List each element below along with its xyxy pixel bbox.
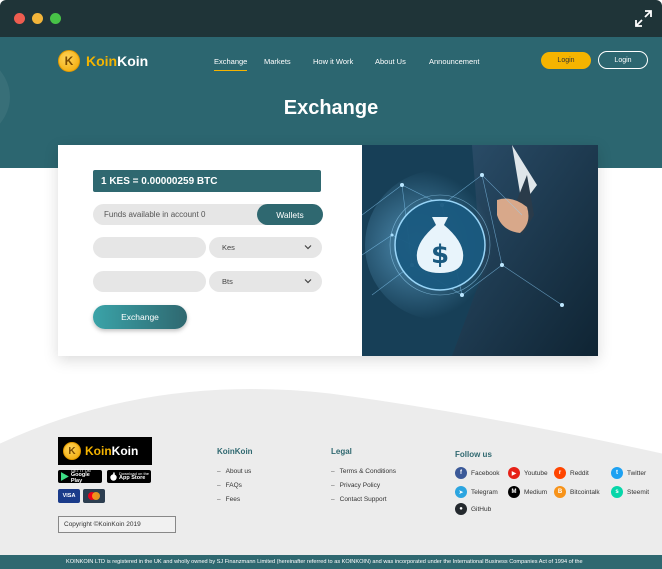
coin-logo-icon: K <box>58 50 80 72</box>
from-amount-input[interactable] <box>93 237 206 258</box>
legal-notice-text: KOINKOIN LTD is registered in the UK and… <box>66 559 583 565</box>
app-store-text: App Store <box>119 474 146 481</box>
telegram-icon: ➤ <box>455 486 467 498</box>
social-twitter[interactable]: t Twitter <box>611 467 646 479</box>
footer-link-contact[interactable]: Contact Support <box>331 492 396 506</box>
social-steemit[interactable]: s Steemit <box>611 486 649 498</box>
nav-exchange[interactable]: Exchange <box>214 57 248 71</box>
social-label: Facebook <box>471 469 500 477</box>
mastercard-icon <box>83 489 105 503</box>
footer-link-faqs[interactable]: FAQs <box>217 478 251 492</box>
footer-legal-links: Terms & Conditions Privacy Policy Contac… <box>331 464 396 506</box>
google-play-text: Google Play <box>70 472 90 484</box>
funds-available-bar: Funds available in account 0 Wallets <box>93 204 323 225</box>
nav-markets[interactable]: Markets <box>264 57 291 66</box>
google-play-icon <box>61 472 69 481</box>
to-amount-input[interactable] <box>93 271 206 292</box>
hero-illustration: $ <box>362 145 598 356</box>
facebook-icon: f <box>455 467 467 479</box>
exchange-rate-banner: 1 KES = 0.00000259 BTC <box>93 170 321 192</box>
social-label: Reddit <box>570 469 589 477</box>
social-youtube[interactable]: ▶ Youtube <box>508 467 548 479</box>
reddit-icon: r <box>554 467 566 479</box>
social-label: Twitter <box>627 469 647 477</box>
footer-link-fees[interactable]: Fees <box>217 492 251 506</box>
footer-brand-logo[interactable]: K KoinKoin <box>58 437 152 465</box>
fullscreen-icon[interactable] <box>635 10 652 27</box>
social-telegram[interactable]: ➤ Telegram <box>455 486 498 498</box>
social-reddit[interactable]: r Reddit <box>554 467 589 479</box>
steemit-icon: s <box>611 486 623 498</box>
footer-koinkoin-title: KoinKoin <box>217 447 253 456</box>
social-label: Youtube <box>524 469 548 477</box>
from-currency-value: Kes <box>222 243 235 252</box>
social-label: Medium <box>524 488 548 496</box>
minimize-window-button[interactable] <box>32 13 43 24</box>
social-medium[interactable]: M Medium <box>508 486 547 498</box>
brand-name: KoinKoin <box>86 53 149 69</box>
footer-legal-title: Legal <box>331 447 352 456</box>
svg-text:$: $ <box>431 240 449 270</box>
window-titlebar <box>0 0 662 37</box>
exchange-submit-button[interactable]: Exchange <box>93 305 187 329</box>
google-play-badge[interactable]: GET IT ON Google Play <box>58 469 102 484</box>
page-title: Exchange <box>283 97 379 119</box>
close-window-button[interactable] <box>14 13 25 24</box>
social-facebook[interactable]: f Facebook <box>455 467 500 479</box>
footer-koinkoin-links: About us FAQs Fees <box>217 464 252 506</box>
nav-how-it-work[interactable]: How it Work <box>313 57 353 66</box>
brand-logo[interactable]: K KoinKoin <box>58 49 148 73</box>
social-label: Telegram <box>471 488 498 496</box>
maximize-window-button[interactable] <box>50 13 61 24</box>
social-github[interactable]: ● GitHub <box>455 503 491 515</box>
footer-link-about-us[interactable]: About us <box>217 464 252 478</box>
chevron-down-icon <box>304 245 312 250</box>
social-label: Steemit <box>627 488 650 496</box>
to-currency-select[interactable]: Bts <box>209 271 322 292</box>
github-icon: ● <box>455 503 467 515</box>
footer-link-terms[interactable]: Terms & Conditions <box>331 464 396 478</box>
to-currency-value: Bts <box>222 277 233 286</box>
footer-brand-name: KoinKoin <box>85 444 139 458</box>
nav-about-us[interactable]: About Us <box>375 57 406 66</box>
wallets-button[interactable]: Wallets <box>257 204 323 225</box>
youtube-icon: ▶ <box>508 467 520 479</box>
medium-icon: M <box>508 486 520 498</box>
from-currency-select[interactable]: Kes <box>209 237 322 258</box>
nav-announcement[interactable]: Announcement <box>429 57 479 66</box>
login-button-outline[interactable]: Login <box>598 51 648 69</box>
social-label: GitHub <box>471 505 492 513</box>
twitter-icon: t <box>611 467 623 479</box>
funds-available-text: Funds available in account 0 <box>104 210 206 219</box>
login-button-primary[interactable]: Login <box>541 52 591 69</box>
copyright-notice: Copyright ©KoinKoin 2019 <box>58 516 176 533</box>
social-label: Bitcointalk <box>570 488 600 496</box>
apple-icon <box>110 472 117 481</box>
follow-us-title: Follow us <box>455 450 492 459</box>
social-bitcointalk[interactable]: B Bitcointalk <box>554 486 600 498</box>
businessman-money-bag-image: $ <box>362 145 598 356</box>
exchange-card: 1 KES = 0.00000259 BTC Funds available i… <box>58 145 598 356</box>
footer-link-privacy[interactable]: Privacy Policy <box>331 478 396 492</box>
chevron-down-icon <box>304 279 312 284</box>
coin-logo-icon: K <box>63 442 81 460</box>
legal-notice-bar: KOINKOIN LTD is registered in the UK and… <box>0 555 662 569</box>
app-store-badge[interactable]: Download on the App Store <box>107 470 151 483</box>
bitcoin-icon: B <box>554 486 566 498</box>
visa-icon: VISA <box>58 489 80 503</box>
